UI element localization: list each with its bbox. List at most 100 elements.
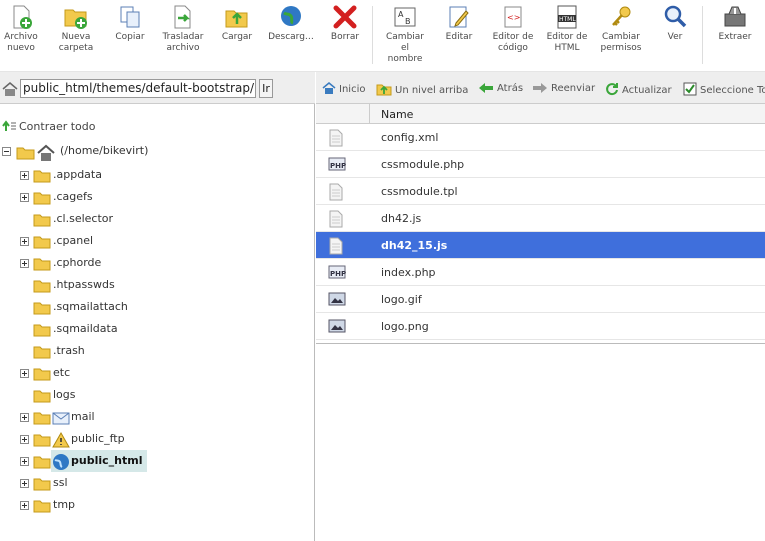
file-row[interactable]: logo.png — [316, 313, 765, 340]
select-all-button[interactable]: Seleccione Tod — [683, 82, 765, 96]
new-file-icon — [13, 5, 32, 29]
upload-button[interactable]: Cargar — [219, 4, 255, 43]
tree-item-ssl[interactable]: ssl — [20, 475, 200, 495]
tree-item-label: .cl.selector — [53, 212, 114, 225]
delete-icon — [333, 5, 357, 29]
expand-toggle[interactable] — [20, 413, 29, 422]
expand-toggle[interactable] — [20, 237, 29, 246]
edit-button[interactable]: Editar — [440, 4, 478, 43]
expand-toggle[interactable] — [20, 457, 29, 466]
select-all-label: Seleccione Tod — [700, 85, 765, 96]
rename-icon: AB — [394, 7, 416, 27]
file-grid: Name config.xml PHP cssmodule.php cssmodule… — [316, 104, 765, 344]
generic-file-icon — [329, 237, 343, 255]
name-column-header[interactable]: Name — [381, 108, 413, 121]
copy-button[interactable]: Copiar — [112, 4, 148, 43]
tree-item-label: tmp — [53, 498, 76, 511]
download-button[interactable]: Descarg… — [267, 4, 315, 43]
tree-item-sqmaildata[interactable]: .sqmaildata — [20, 321, 200, 341]
tree-root[interactable]: (/home/bikevirt) — [2, 143, 202, 163]
new-folder-button[interactable]: Nueva carpeta — [55, 4, 97, 54]
tree-item-label: public_ftp — [71, 432, 125, 445]
tree-item-trash[interactable]: .trash — [20, 343, 200, 363]
tree-item-appdata[interactable]: .appdata — [20, 167, 200, 187]
expand-toggle[interactable] — [20, 193, 29, 202]
file-row[interactable]: dh42_15.js — [316, 232, 765, 259]
expand-toggle[interactable] — [20, 501, 29, 510]
tree-item-logs[interactable]: logs — [20, 387, 200, 407]
expand-toggle[interactable] — [20, 171, 29, 180]
tree-item-tmp[interactable]: tmp — [20, 497, 200, 517]
tree-item-label: .trash — [53, 344, 85, 357]
refresh-button[interactable]: Actualizar — [605, 82, 672, 96]
move-file-label: Trasladar archivo — [162, 32, 204, 53]
back-button[interactable]: Atrás — [478, 82, 523, 94]
view-magnifier-icon — [664, 5, 687, 28]
rename-button[interactable]: AB Cambiar el nombre — [382, 4, 428, 65]
file-row[interactable]: dh42.js — [316, 205, 765, 232]
path-input[interactable]: public_html/themes/default-bootstrap/m — [20, 79, 256, 98]
folder-icon — [33, 324, 51, 337]
svg-text:B: B — [405, 17, 411, 26]
expand-toggle[interactable] — [20, 369, 29, 378]
delete-button[interactable]: Borrar — [327, 4, 363, 43]
folder-icon — [33, 170, 51, 183]
back-label: Atrás — [497, 83, 524, 94]
tree-item-public-ftp[interactable]: public_ftp — [20, 431, 200, 451]
tree-item-cpanel[interactable]: .cpanel — [20, 233, 200, 253]
folder-icon — [33, 214, 51, 227]
up-one-level-button[interactable]: Un nivel arriba — [376, 82, 468, 96]
tree-item-public-html[interactable]: public_html — [20, 453, 200, 473]
file-list-panel: Inicio Un nivel arriba Atrás Reenviar Ac… — [316, 72, 765, 541]
folder-icon — [33, 412, 51, 425]
collapse-toggle[interactable] — [2, 147, 11, 156]
tree-item-cagefs[interactable]: .cagefs — [20, 189, 200, 209]
toolbar-separator — [702, 6, 703, 64]
forward-button[interactable]: Reenviar — [532, 82, 595, 94]
file-row[interactable]: cssmodule.tpl — [316, 178, 765, 205]
tree-item-sqmailattach[interactable]: .sqmailattach — [20, 299, 200, 319]
file-row[interactable]: PHP cssmodule.php — [316, 151, 765, 178]
folder-icon — [33, 368, 51, 381]
tree-item-cphorde[interactable]: .cphorde — [20, 255, 200, 275]
move-file-icon — [174, 5, 191, 29]
file-row[interactable]: config.xml — [316, 124, 765, 151]
home-nav-label: Inicio — [339, 84, 366, 95]
home-icon[interactable] — [2, 82, 18, 96]
extract-icon — [724, 6, 746, 27]
collapse-all-link[interactable]: Contraer todo — [2, 120, 96, 133]
view-button[interactable]: Ver — [657, 4, 693, 43]
home-nav-button[interactable]: Inicio — [322, 82, 365, 95]
new-folder-label: Nueva carpeta — [58, 32, 94, 53]
image-file-icon — [328, 319, 346, 333]
move-file-button[interactable]: Trasladar archivo — [159, 4, 207, 54]
go-button[interactable]: Ir — [259, 79, 273, 98]
tree-item-cl-selector[interactable]: .cl.selector — [20, 211, 200, 231]
delete-label: Borrar — [330, 32, 360, 42]
tree-item-label: .cagefs — [53, 190, 93, 203]
file-row[interactable]: PHP index.php — [316, 259, 765, 286]
tree-item-etc[interactable]: etc — [20, 365, 200, 385]
new-file-button[interactable]: Archivo nuevo — [2, 4, 40, 54]
html-editor-button[interactable]: HTML Editor de HTML — [543, 4, 591, 54]
code-editor-button[interactable]: <> Editor de código — [490, 4, 536, 54]
expand-toggle[interactable] — [20, 435, 29, 444]
collapse-all-label: Contraer todo — [19, 120, 96, 133]
tree-item-htpasswds[interactable]: .htpasswds — [20, 277, 200, 297]
file-row[interactable]: logo.gif — [316, 286, 765, 313]
php-file-icon: PHP — [328, 265, 346, 279]
tree-item-label: .sqmaildata — [53, 322, 118, 335]
tree-item-label: logs — [53, 388, 76, 401]
new-file-label: Archivo nuevo — [4, 32, 38, 53]
expand-toggle[interactable] — [20, 479, 29, 488]
file-name: dh42_15.js — [381, 239, 448, 252]
file-grid-header: Name — [316, 104, 765, 124]
svg-text:<>: <> — [507, 13, 520, 22]
permissions-button[interactable]: Cambiar permisos — [597, 4, 645, 54]
home-house-icon — [37, 144, 55, 161]
tree-item-mail[interactable]: mail — [20, 409, 200, 429]
upload-label: Cargar — [221, 32, 253, 42]
toolbar-separator — [372, 6, 373, 64]
extract-button[interactable]: Extraer — [714, 4, 756, 43]
expand-toggle[interactable] — [20, 259, 29, 268]
